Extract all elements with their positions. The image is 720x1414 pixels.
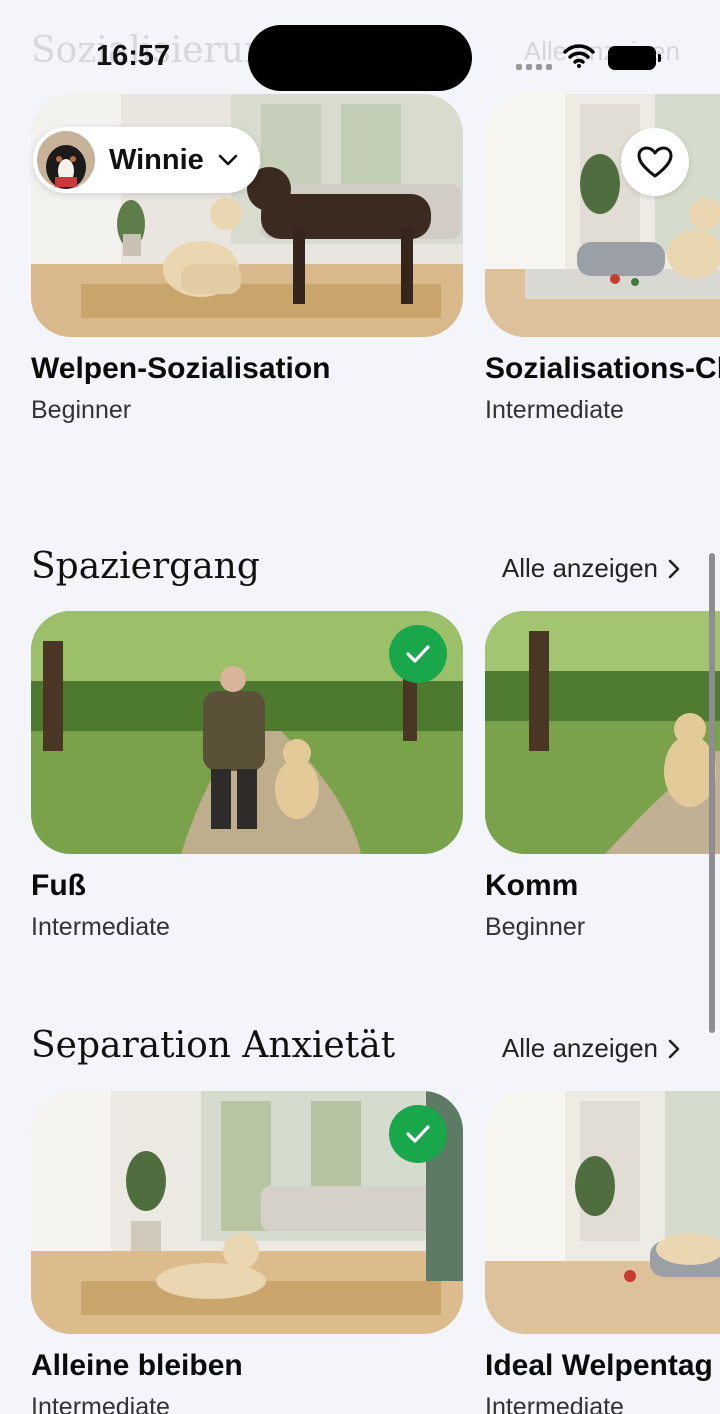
wifi-icon <box>563 44 595 68</box>
living-room-dog-bed-image <box>485 1091 720 1334</box>
dog-selector[interactable]: Winnie <box>33 127 260 193</box>
card-level: Intermediate <box>485 1393 624 1414</box>
card-level: Intermediate <box>485 396 624 424</box>
checkmark-icon <box>406 645 430 663</box>
card-title: Welpen-Sozialisation <box>31 352 331 385</box>
status-bar: 16:57 <box>0 0 720 110</box>
card-level: Beginner <box>31 396 132 424</box>
heart-icon <box>637 146 673 178</box>
see-all-link[interactable]: Alle anzeigen <box>502 1033 680 1064</box>
dynamic-island <box>248 25 472 91</box>
chevron-right-icon <box>668 559 680 578</box>
card-title: Ideal Welpentag <box>485 1349 713 1382</box>
see-all-label: Alle anzeigen <box>501 553 658 583</box>
favorite-button[interactable] <box>621 128 689 196</box>
card-image <box>31 1091 463 1334</box>
card-image <box>485 1091 720 1334</box>
dog-name: Winnie <box>109 143 204 176</box>
avatar <box>37 131 95 189</box>
card-image <box>485 611 720 854</box>
section-title: Spaziergang <box>31 546 260 587</box>
card-level: Beginner <box>485 913 586 941</box>
see-all-label: Alle anzeigen <box>501 1033 658 1063</box>
training-card[interactable]: Komm Beginner <box>485 611 720 941</box>
cellular-signal-icon <box>516 64 552 70</box>
training-card[interactable]: Fuß Intermediate <box>31 611 463 941</box>
card-title: Alleine bleiben <box>31 1349 243 1382</box>
see-all-link[interactable]: Alle anzeigen <box>502 553 680 584</box>
card-image <box>485 94 720 337</box>
training-card[interactable]: Sozialisations-Check Intermediate <box>485 94 720 424</box>
status-time: 16:57 <box>96 40 171 72</box>
chevron-down-icon <box>218 154 238 166</box>
card-title: Fuß <box>31 869 86 902</box>
card-image <box>31 611 463 854</box>
card-level: Intermediate <box>31 913 170 941</box>
checkmark-icon <box>406 1125 430 1143</box>
completed-badge <box>389 1105 447 1163</box>
training-card[interactable]: Alleine bleiben Intermediate <box>31 1091 463 1414</box>
scrollbar[interactable] <box>709 553 715 1033</box>
dog-avatar-image <box>37 131 95 189</box>
living-room-dog-image <box>485 94 720 337</box>
card-title: Sozialisations-Check <box>485 352 720 385</box>
battery-icon <box>608 46 661 70</box>
card-title: Komm <box>485 869 579 902</box>
section-title: Separation Anxietät <box>31 1025 396 1066</box>
completed-badge <box>389 625 447 683</box>
park-dog-image <box>485 611 720 854</box>
training-card[interactable]: Ideal Welpentag Intermediate <box>485 1091 720 1414</box>
chevron-right-icon <box>668 1039 680 1058</box>
card-level: Intermediate <box>31 1393 170 1414</box>
